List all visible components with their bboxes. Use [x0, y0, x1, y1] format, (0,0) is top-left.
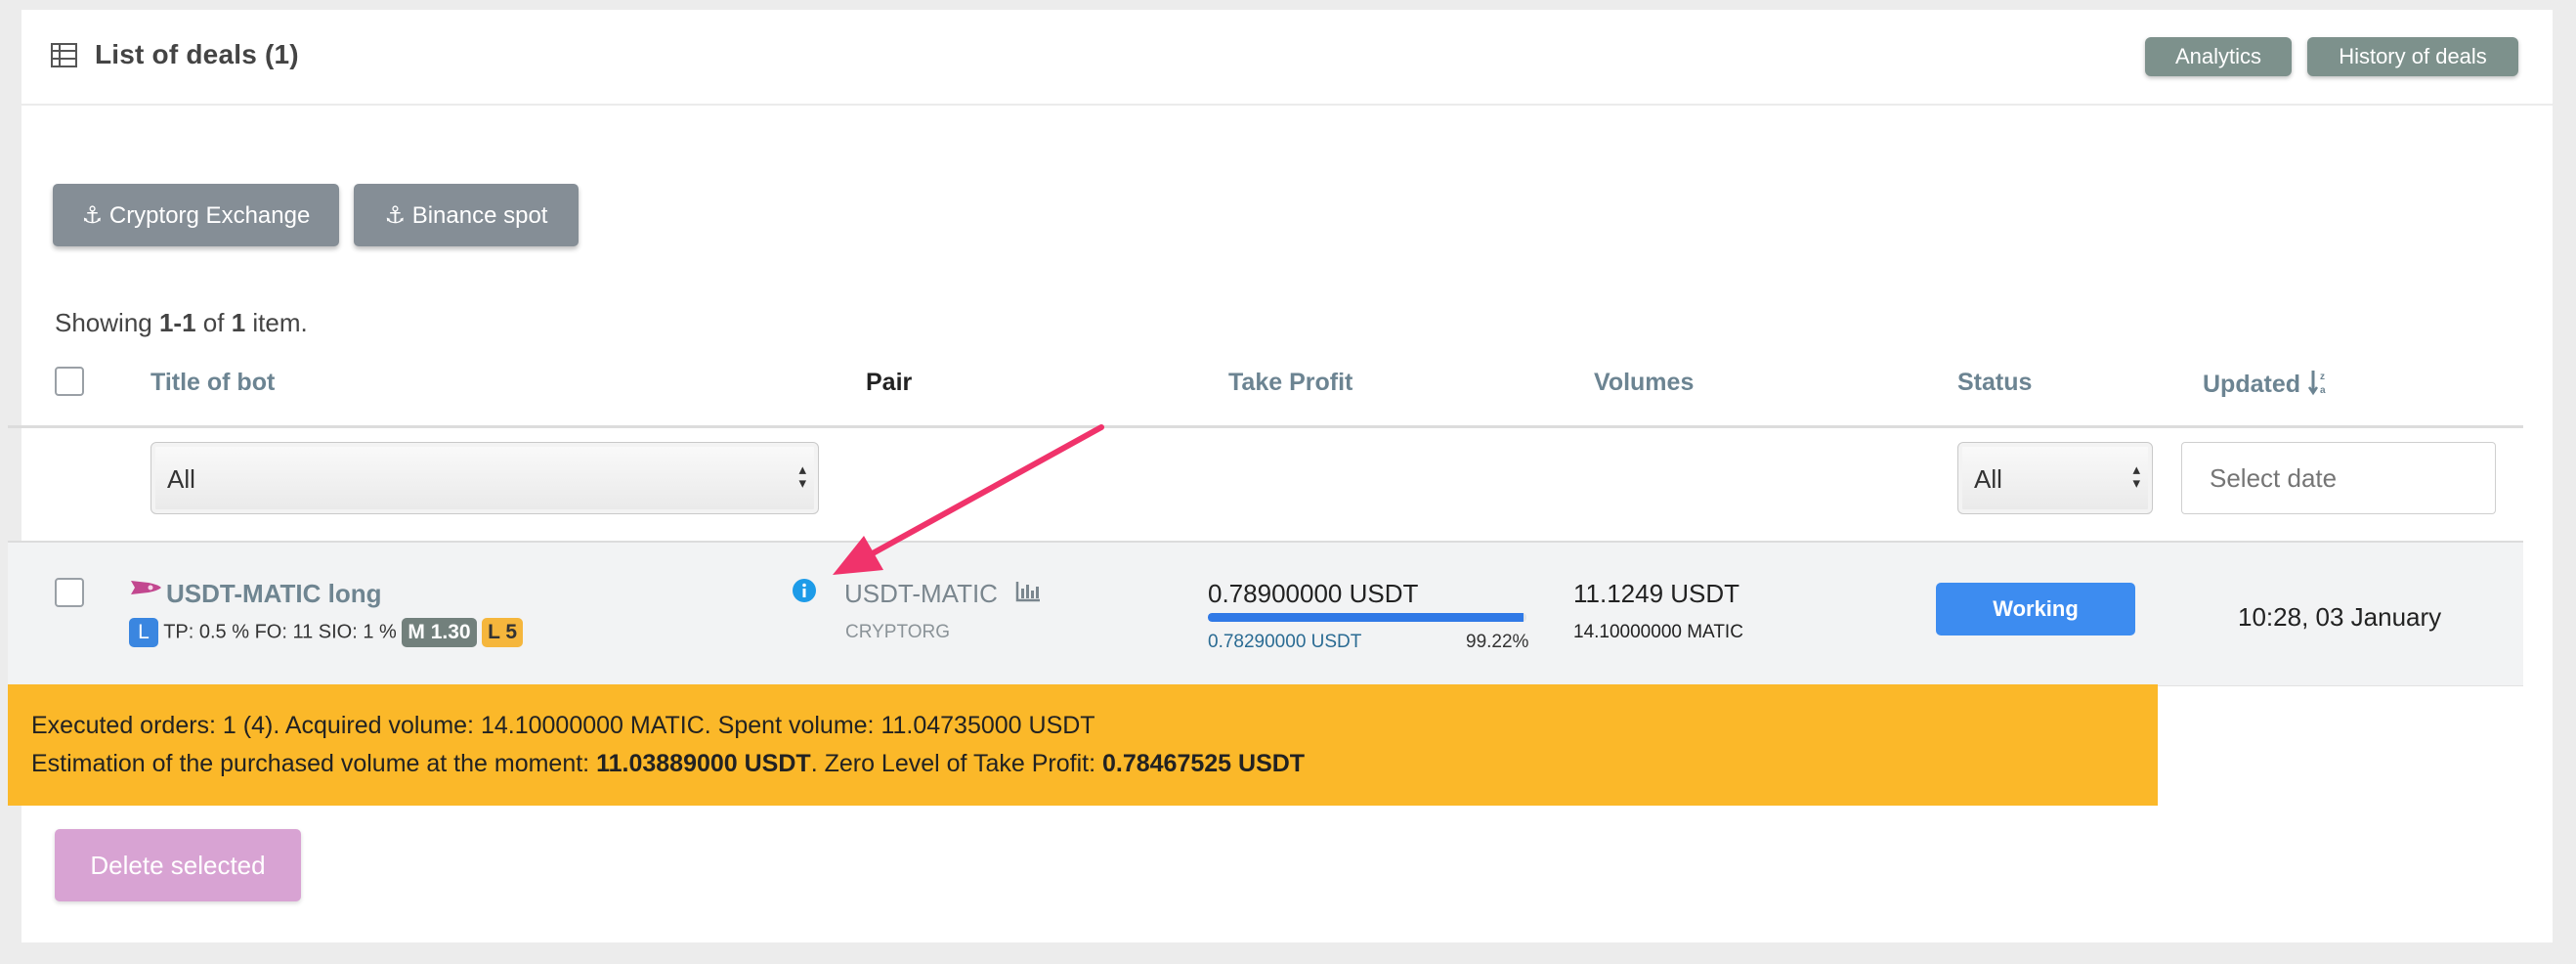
column-header-updated[interactable]: Updated z a — [2203, 369, 2330, 399]
summary-total: 1 — [231, 308, 246, 337]
svg-text:a: a — [2320, 385, 2326, 396]
column-header-pair: Pair — [866, 369, 913, 396]
rocket-icon — [131, 581, 161, 594]
bar-chart-icon[interactable] — [1015, 581, 1041, 602]
page-title: List of deals (1) — [95, 39, 299, 69]
summary-of: of — [195, 308, 232, 337]
notice-line-1: Executed orders: 1 (4). Acquired volume:… — [31, 712, 1095, 739]
exchange-label: Binance spot — [411, 201, 548, 229]
summary-range: 1-1 — [158, 308, 196, 337]
status-working-button[interactable]: Working — [1936, 583, 2135, 635]
take-profit-value: 0.78900000 USDT — [1208, 579, 1419, 608]
volume-quote: 11.1249 USDT — [1573, 579, 1740, 608]
select-arrows-icon: ▴ ▾ — [798, 461, 806, 492]
bot-params-text: TP: 0.5 % FO: 11 SIO: 1 % — [163, 621, 397, 643]
pair-link[interactable]: USDT-MATIC — [844, 579, 998, 609]
panel-header: List of deals (1) Analytics History of d… — [21, 10, 2553, 106]
bot-filter-value: All — [167, 464, 195, 494]
take-profit-current: 0.78290000 USDT — [1208, 632, 1362, 652]
leverage-badge: L 5 — [482, 618, 524, 647]
column-header-title[interactable]: Title of bot — [150, 369, 275, 397]
column-header-take-profit[interactable]: Take Profit — [1228, 369, 1352, 397]
select-all-checkbox[interactable] — [55, 367, 84, 396]
deal-notice: Executed orders: 1 (4). Acquired volume:… — [8, 684, 2158, 806]
summary-suffix: item. — [245, 308, 308, 337]
anchor-icon: ⚓︎ — [81, 201, 109, 229]
column-header-volumes[interactable]: Volumes — [1594, 369, 1694, 397]
bot-filter-select[interactable]: All ▴ ▾ — [150, 442, 819, 514]
updated-label: Updated — [2203, 371, 2300, 398]
header-divider — [8, 425, 2523, 428]
sort-desc-icon: za — [2308, 371, 2326, 396]
pair-exchange: CRYPTORG — [845, 622, 950, 642]
notice-estimate-label: Estimation of the purchased volume at th… — [31, 750, 597, 777]
take-profit-percent: 99.22% — [1466, 632, 1529, 652]
notice-zero-value: 0.78467525 USDT — [1101, 750, 1306, 777]
take-profit-progress-fill — [1208, 613, 1524, 622]
history-of-deals-button[interactable]: History of deals — [2307, 37, 2518, 76]
column-header-status[interactable]: Status — [1957, 369, 2032, 397]
updated-value: 10:28, 03 January — [2238, 602, 2442, 632]
status-filter-value: All — [1974, 464, 2002, 494]
notice-line-2: Estimation of the purchased volume at th… — [31, 750, 1305, 778]
date-filter-input[interactable] — [2181, 442, 2496, 514]
exchange-binance-button[interactable]: ⚓︎ Binance spot — [354, 184, 579, 246]
svg-text:z: z — [2320, 372, 2325, 382]
notice-estimate-value: 11.03889000 USDT — [596, 750, 811, 777]
bot-params: L TP: 0.5 % FO: 11 SIO: 1 % M 1.30 L 5 — [129, 618, 524, 649]
exchange-label: Cryptorg Exchange — [108, 201, 311, 229]
volume-base: 14.10000000 MATIC — [1573, 622, 1743, 642]
row-checkbox[interactable] — [55, 578, 84, 607]
bot-title-link[interactable]: USDT-MATIC long — [166, 579, 381, 609]
take-profit-progress — [1208, 613, 1526, 622]
select-arrows-icon: ▴ ▾ — [2132, 461, 2140, 492]
anchor-icon: ⚓︎ — [384, 201, 412, 229]
summary-text: Showing 1-1 of 1 item. — [55, 308, 308, 338]
summary-prefix: Showing — [55, 308, 159, 337]
info-icon[interactable] — [792, 578, 817, 603]
status-filter-select[interactable]: All ▴ ▾ — [1957, 442, 2153, 514]
delete-selected-button[interactable]: Delete selected — [55, 829, 301, 901]
long-badge: L — [129, 618, 158, 647]
analytics-button[interactable]: Analytics — [2145, 37, 2292, 76]
notice-zero-label: . Zero Level of Take Profit: — [810, 750, 1102, 777]
table-icon — [51, 43, 77, 67]
exchange-cryptorg-button[interactable]: ⚓︎ Cryptorg Exchange — [53, 184, 339, 246]
martingale-badge: M 1.30 — [402, 618, 477, 647]
